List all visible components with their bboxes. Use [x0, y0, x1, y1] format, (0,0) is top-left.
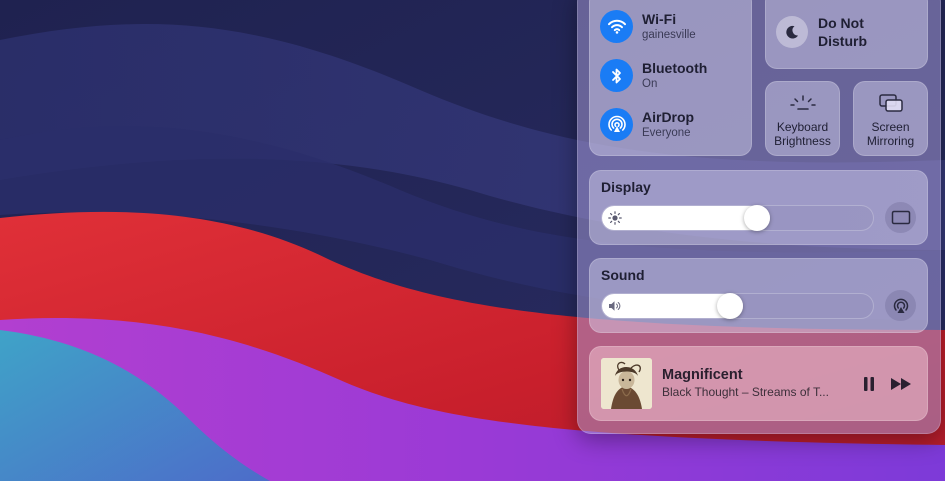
fast-forward-icon[interactable] — [888, 374, 914, 394]
screen-mirroring-label: Screen Mirroring — [866, 120, 915, 148]
wifi-network-name: gainesville — [642, 29, 696, 41]
keyboard-brightness-label: Keyboard Brightness — [774, 120, 831, 148]
do-not-disturb-label: Do Not Disturb — [818, 15, 867, 49]
sun-icon — [608, 211, 622, 225]
track-title: Magnificent — [662, 367, 743, 383]
display-slider-knob[interactable] — [744, 205, 770, 231]
pause-icon[interactable] — [859, 374, 879, 394]
airdrop-toggle[interactable]: AirDrop Everyone — [600, 108, 694, 141]
wifi-title: Wi-Fi — [642, 11, 677, 27]
airdrop-visibility: Everyone — [642, 127, 691, 139]
album-art[interactable] — [601, 358, 652, 409]
bluetooth-title: Bluetooth — [642, 60, 708, 76]
airdrop-title: AirDrop — [642, 109, 695, 125]
track-artist: Black Thought – Streams of T... — [662, 385, 829, 399]
wifi-icon[interactable] — [600, 10, 633, 43]
wifi-toggle[interactable]: Wi-Fi gainesville — [600, 10, 696, 43]
sound-title: Sound — [601, 267, 645, 283]
display-icon[interactable] — [885, 202, 916, 233]
display-brightness-slider[interactable] — [601, 205, 874, 231]
sound-volume-slider[interactable] — [601, 293, 874, 319]
airplay-audio-icon[interactable] — [885, 290, 916, 321]
sound-slider-knob[interactable] — [717, 293, 743, 319]
bluetooth-toggle[interactable]: Bluetooth On — [600, 59, 707, 92]
screen-mirroring-icon — [875, 92, 907, 114]
moon-icon[interactable] — [776, 16, 808, 48]
airdrop-icon[interactable] — [600, 108, 633, 141]
bluetooth-icon[interactable] — [600, 59, 633, 92]
speaker-icon — [609, 301, 621, 311]
display-title: Display — [601, 179, 651, 195]
keyboard-brightness-icon — [787, 92, 819, 114]
bluetooth-status: On — [642, 78, 658, 90]
